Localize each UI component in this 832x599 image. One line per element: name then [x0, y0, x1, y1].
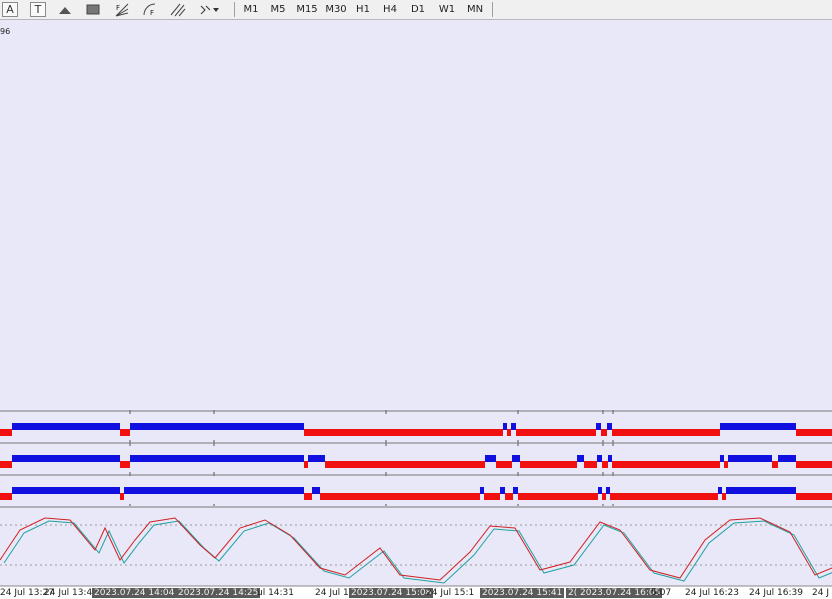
indicator-bar-down	[0, 429, 12, 436]
indicator-bar-up	[485, 455, 496, 462]
indicator-bar-down	[612, 429, 720, 436]
indicator-bar-up	[512, 455, 520, 462]
indicator-bar-up	[130, 455, 304, 462]
indicator-bar-up	[606, 487, 610, 494]
indicator-bar-down	[796, 461, 832, 468]
indicator-bar-down	[0, 461, 12, 468]
time-axis-label: 2023.07.24 14:25	[176, 588, 261, 598]
indicator-bar-up	[598, 487, 602, 494]
time-axis-label: 2023.07.24 16:05	[578, 588, 663, 598]
time-axis-label: 2023.07.24 15:41	[480, 588, 565, 598]
indicator-bar-down	[722, 493, 726, 500]
indicator-bar-up	[12, 423, 120, 430]
indicator-bar-up	[12, 455, 120, 462]
time-axis-label: 24 Jul 15:1	[426, 588, 475, 598]
indicator-bar-down	[320, 493, 480, 500]
indicator-pane-background	[0, 414, 832, 440]
indicator-bar-up	[577, 455, 584, 462]
indicator-bar-down	[120, 493, 124, 500]
indicator-bar-down	[0, 493, 12, 500]
indicator-bar-up	[130, 423, 304, 430]
time-axis-label: 24 Jul 16:39	[749, 588, 803, 598]
stochastic-pane-background	[0, 510, 832, 586]
indicator-bar-up	[596, 423, 601, 430]
indicator-bar-up	[718, 487, 722, 494]
time-axis-label: 5:07	[651, 588, 672, 598]
time-axis-label: ul 14:31	[257, 588, 295, 598]
indicator-bar-down	[120, 429, 130, 436]
time-axis-label: 24 Jul 16:23	[685, 588, 739, 598]
indicator-bar-up	[480, 487, 484, 494]
indicator-bar-down	[120, 461, 130, 468]
indicator-bar-down	[601, 429, 607, 436]
indicator-bar-down	[507, 429, 511, 436]
indicator-bar-up	[778, 455, 796, 462]
indicator-bar-up	[500, 487, 505, 494]
indicator-bar-up	[12, 487, 120, 494]
time-axis-label: 2023.07.24 14:04	[92, 588, 177, 598]
price-chart[interactable]: LLHLHHHHLLHHHLHHLHHLLLLHLHHHHLLLLHHLLLHH…	[0, 0, 832, 599]
indicator-bar-up	[312, 487, 320, 494]
indicator-bar-down	[484, 493, 500, 500]
indicator-bar-up	[597, 455, 602, 462]
indicator-bar-down	[796, 429, 832, 436]
indicator-bar-up	[511, 423, 516, 430]
indicator-bar-down	[304, 493, 312, 500]
indicator-bar-up	[124, 487, 304, 494]
indicator-subwindows	[0, 20, 832, 599]
indicator-bar-down	[304, 429, 503, 436]
indicator-bar-up	[608, 455, 612, 462]
indicator-bar-up	[607, 423, 612, 430]
indicator-bar-up	[503, 423, 507, 430]
main-pane-background	[0, 20, 832, 410]
indicator-bar-down	[584, 461, 597, 468]
indicator-bar-up	[720, 455, 724, 462]
indicator-bar-down	[520, 461, 577, 468]
indicator-bar-up	[728, 455, 772, 462]
indicator-bar-down	[610, 493, 718, 500]
time-axis-label: 24 Jul 13:4	[44, 588, 93, 598]
indicator-bar-down	[612, 461, 720, 468]
indicator-bar-down	[796, 493, 832, 500]
indicator-bar-down	[304, 461, 308, 468]
indicator-bar-up	[513, 487, 518, 494]
indicator-bar-down	[602, 461, 608, 468]
indicator-bar-up	[726, 487, 796, 494]
indicator-bar-up	[720, 423, 796, 430]
indicator-bar-down	[518, 493, 598, 500]
indicator-bar-down	[325, 461, 485, 468]
indicator-bar-down	[772, 461, 778, 468]
time-axis-label: 24 J	[812, 588, 829, 598]
indicator-pane-background	[0, 446, 832, 472]
indicator-bar-down	[724, 461, 728, 468]
indicator-bar-down	[516, 429, 596, 436]
indicator-bar-down	[496, 461, 512, 468]
time-axis-label: 2023.07.24 15:08	[349, 588, 434, 598]
indicator-bar-down	[505, 493, 513, 500]
indicator-bar-up	[308, 455, 325, 462]
indicator-bar-down	[602, 493, 606, 500]
corner-label: 96	[0, 27, 11, 36]
